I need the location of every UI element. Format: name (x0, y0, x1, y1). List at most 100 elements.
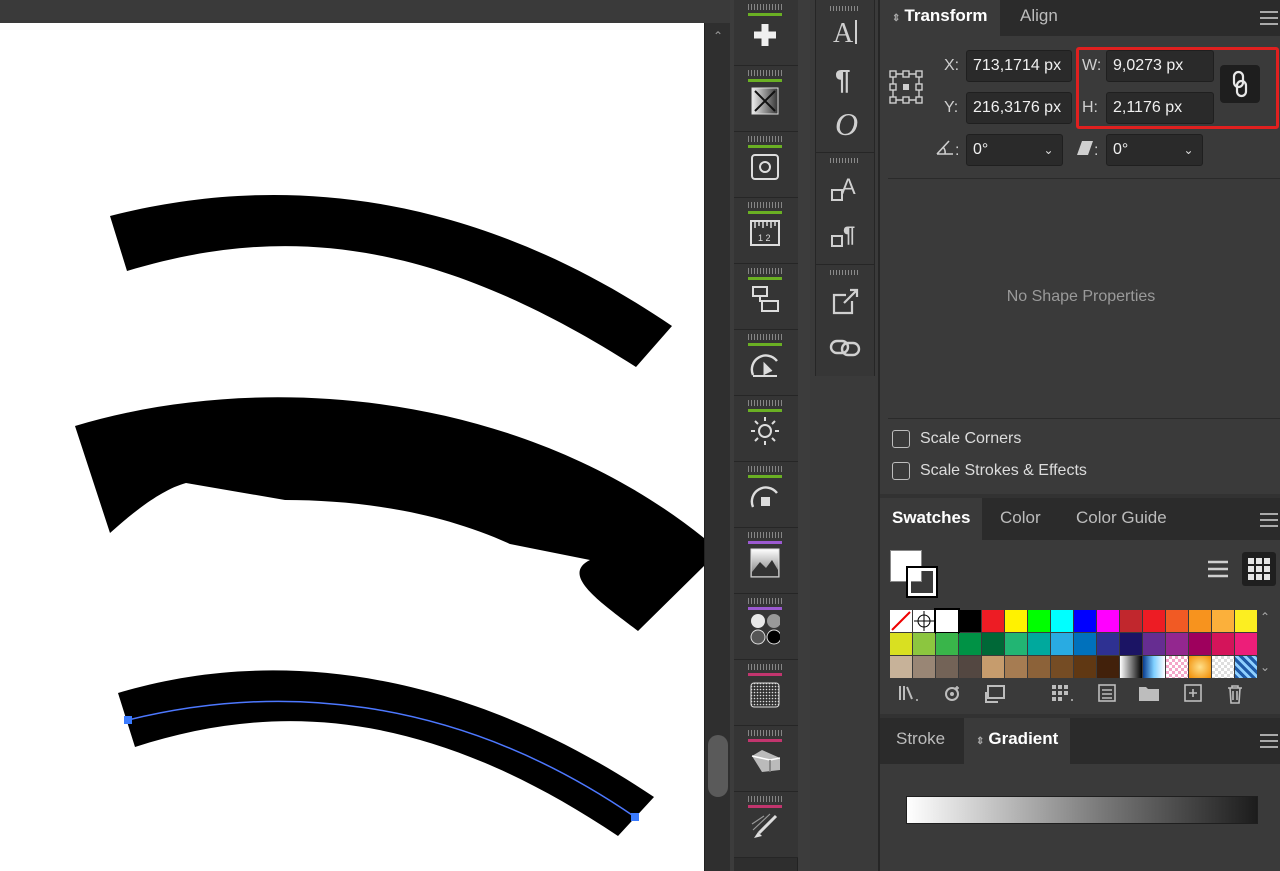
swatch-color[interactable] (913, 633, 935, 655)
swatch-color[interactable] (1005, 656, 1027, 678)
export-icon[interactable] (827, 284, 863, 320)
swatch-color[interactable] (1212, 610, 1234, 632)
swatch-color[interactable] (1143, 610, 1165, 632)
swatch-options-icon[interactable] (1096, 684, 1118, 706)
dock-panel-button[interactable] (734, 462, 798, 528)
grid-view-icon[interactable] (1242, 552, 1276, 586)
swatch-libraries-menu-icon[interactable] (898, 684, 920, 706)
tab-align[interactable]: Align (1008, 0, 1070, 36)
tab-color[interactable]: Color (988, 498, 1053, 540)
scale-strokes-checkbox[interactable] (892, 462, 910, 480)
swatch-color[interactable] (890, 656, 912, 678)
swatch-registration[interactable] (913, 610, 935, 632)
dock-grip[interactable] (748, 70, 782, 76)
swatch-color[interactable] (936, 633, 958, 655)
plus-icon[interactable] (750, 20, 780, 50)
dock-panel-button[interactable] (734, 726, 798, 792)
gradient-menu-icon[interactable] (1260, 734, 1278, 748)
swatch-color[interactable] (1028, 633, 1050, 655)
graphic-styles-icon[interactable] (750, 350, 780, 380)
image-icon[interactable] (750, 548, 780, 578)
swatch-color[interactable] (1235, 610, 1257, 632)
dock-grip[interactable] (748, 466, 782, 472)
ruler-icon[interactable]: 1 2 (750, 218, 780, 248)
paragraph-styles-icon[interactable]: ¶ (827, 218, 863, 254)
swatch-color[interactable] (1074, 610, 1096, 632)
swatch-scroll-up-icon[interactable]: ⌃ (1260, 610, 1270, 624)
swatch-color[interactable] (1189, 610, 1211, 632)
swatch-color[interactable] (1235, 633, 1257, 655)
swatch-color[interactable] (1212, 633, 1234, 655)
swatch-color[interactable] (890, 633, 912, 655)
swatch-gradient-blue[interactable] (1143, 656, 1165, 678)
dock-panel-button[interactable] (734, 396, 798, 462)
delete-swatch-icon[interactable] (1224, 684, 1246, 706)
swatch-color[interactable] (982, 610, 1004, 632)
swatch-color[interactable] (1074, 633, 1096, 655)
links-icon[interactable] (827, 330, 863, 366)
swatch-pattern-pink[interactable] (1166, 656, 1188, 678)
rotate-dropdown-chevron-icon[interactable]: ⌄ (1035, 134, 1063, 166)
brightness-icon[interactable] (750, 416, 780, 446)
swatch-color[interactable] (1143, 633, 1165, 655)
dock-panel-button[interactable]: 1 2 (734, 198, 798, 264)
shear-angle-field[interactable]: 0° (1106, 134, 1176, 166)
dock-grip[interactable] (830, 6, 860, 11)
dock-grip[interactable] (748, 334, 782, 340)
tab-gradient[interactable]: ⇕ Gradient (964, 718, 1071, 764)
swatch-gradient-bw[interactable] (1120, 656, 1142, 678)
curved-stroke-shape-2[interactable] (75, 397, 704, 631)
rotate-angle-field[interactable]: 0° (966, 134, 1036, 166)
shear-dropdown-chevron-icon[interactable]: ⌄ (1175, 134, 1203, 166)
canvas-vertical-scrollbar[interactable]: ⌃ (704, 23, 730, 871)
swatch-libraries-icon[interactable] (750, 614, 780, 645)
swatch-gradient-orange[interactable] (1189, 656, 1211, 678)
swatch-color[interactable] (1005, 633, 1027, 655)
dock-panel-button[interactable] (734, 0, 798, 66)
x-field[interactable]: 713,1714 px (966, 50, 1072, 82)
dock-panel-button[interactable] (734, 330, 798, 396)
swatch-color[interactable] (959, 656, 981, 678)
collapse-arrows-icon[interactable]: ⇕ (976, 736, 984, 747)
swatch-color[interactable] (982, 656, 1004, 678)
show-swatch-kinds-icon[interactable] (1052, 684, 1074, 706)
dock-grip[interactable] (748, 268, 782, 274)
dock-grip[interactable] (748, 400, 782, 406)
collapse-arrows-icon[interactable]: ⇕ (892, 13, 900, 24)
dock-panel-button[interactable] (734, 264, 798, 330)
swatch-color[interactable] (1074, 656, 1096, 678)
artwork[interactable] (0, 23, 704, 871)
brush-icon[interactable] (750, 812, 780, 842)
gradient-slider[interactable] (906, 796, 1258, 824)
scale-corners-checkbox[interactable] (892, 430, 910, 448)
dock-grip[interactable] (748, 730, 782, 736)
swatch-color[interactable] (959, 610, 981, 632)
swatch-pattern-check[interactable] (1212, 656, 1234, 678)
place-swatches-icon[interactable] (984, 684, 1006, 706)
tab-stroke[interactable]: Stroke (884, 718, 957, 764)
swatch-color[interactable] (1051, 633, 1073, 655)
3d-extrude-icon[interactable] (750, 746, 780, 776)
dock-grip[interactable] (748, 796, 782, 802)
swatch-color[interactable] (1166, 633, 1188, 655)
tab-swatches[interactable]: Swatches (880, 498, 983, 540)
swatch-color[interactable] (1120, 633, 1142, 655)
tab-color-guide[interactable]: Color Guide (1064, 498, 1179, 540)
dock-grip[interactable] (748, 4, 782, 10)
texture-icon[interactable] (750, 680, 780, 710)
dock-grip[interactable] (830, 270, 860, 275)
character-styles-icon[interactable]: A (827, 170, 863, 206)
curved-stroke-shape-1[interactable] (110, 194, 672, 367)
new-swatch-icon[interactable] (1182, 684, 1204, 706)
dock-grip[interactable] (748, 532, 782, 538)
swatch-color[interactable] (1028, 656, 1050, 678)
swatch-color[interactable] (934, 608, 960, 634)
swatch-color[interactable] (1189, 633, 1211, 655)
dock-panel-button[interactable] (734, 66, 798, 132)
swatch-color[interactable] (1097, 633, 1119, 655)
swatch-color[interactable] (936, 656, 958, 678)
add-selected-to-swatches-icon[interactable] (942, 684, 964, 706)
swatches-menu-icon[interactable] (1260, 513, 1278, 527)
new-color-group-icon[interactable] (1138, 684, 1160, 706)
dock-grip[interactable] (748, 664, 782, 670)
